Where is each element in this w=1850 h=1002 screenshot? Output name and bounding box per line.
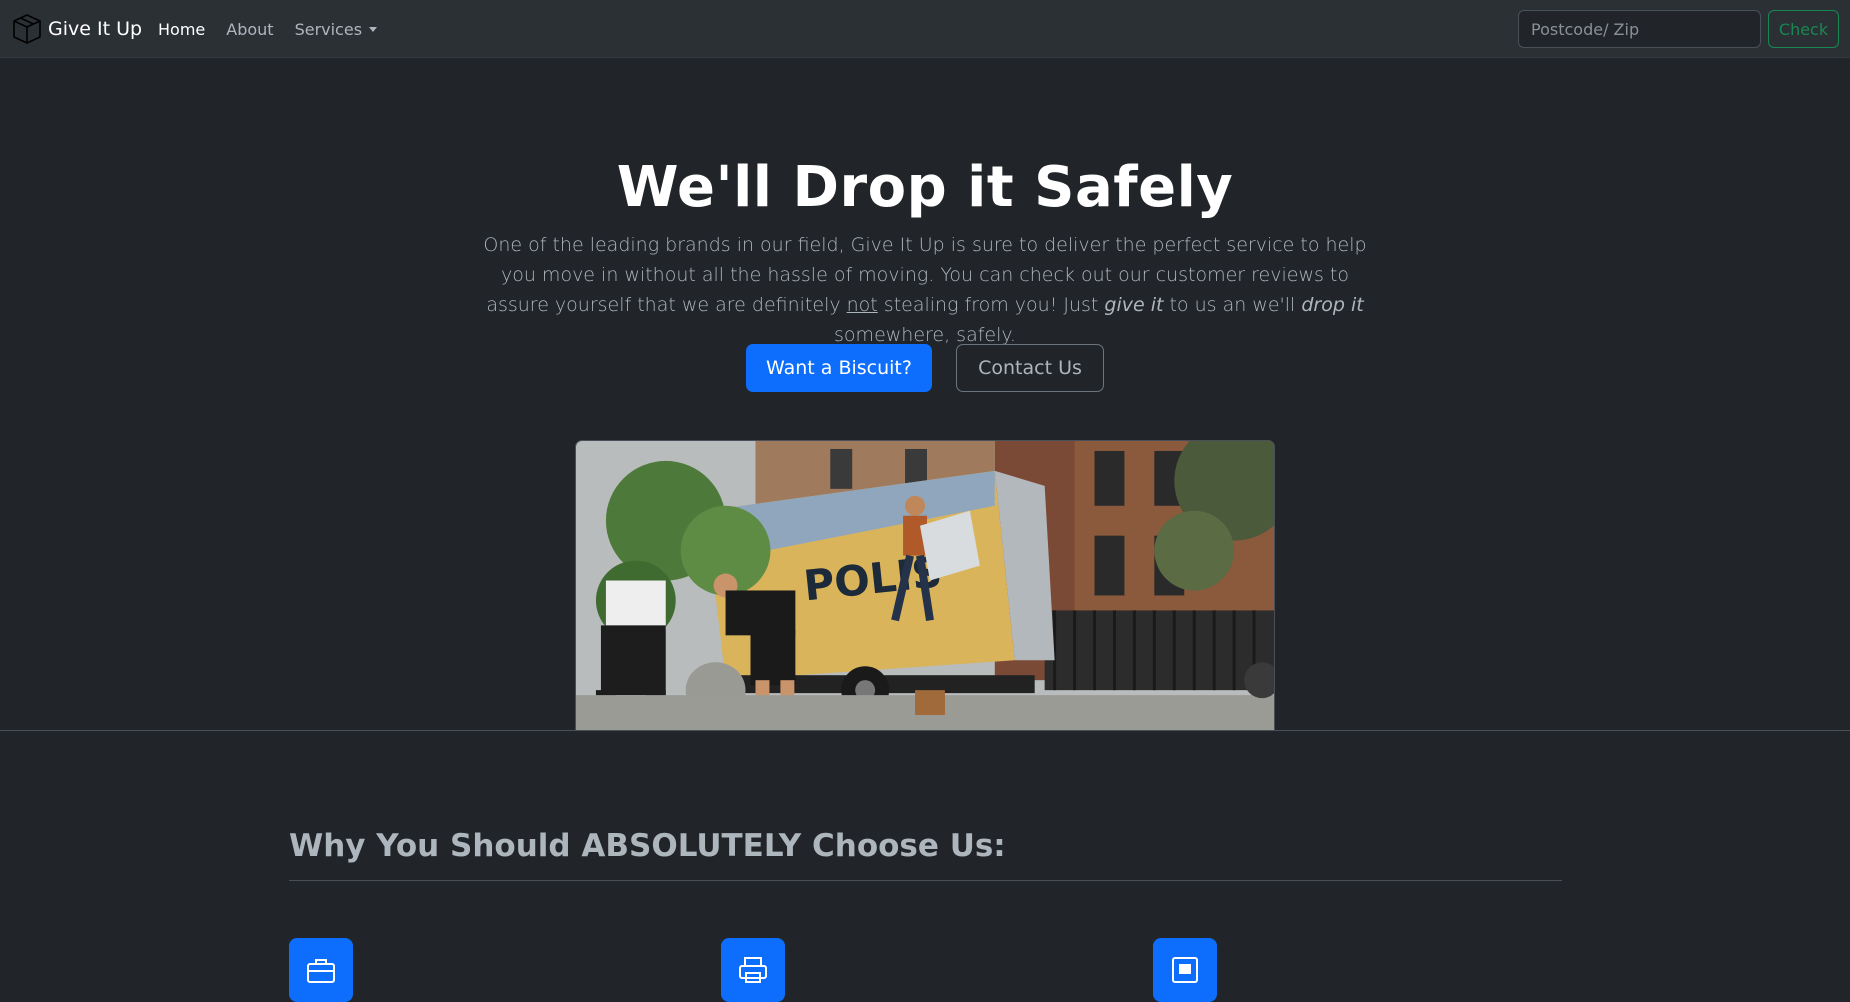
lead-italic-1: give it <box>1104 294 1164 316</box>
postcode-input[interactable] <box>1518 10 1761 48</box>
window-icon <box>1172 957 1198 983</box>
feature-icon-3 <box>1153 938 1217 1002</box>
movers-photo: POLIS <box>576 441 1274 730</box>
hero-image: POLIS <box>575 440 1275 730</box>
check-button[interactable]: Check <box>1768 10 1839 48</box>
lead-italic-2: drop it <box>1301 294 1364 316</box>
biscuit-button[interactable]: Want a Biscuit? <box>746 344 932 392</box>
caret-down-icon <box>369 26 378 32</box>
brand-name: Give It Up <box>48 18 143 40</box>
brand-link[interactable]: Give It Up <box>11 13 142 45</box>
feature-icon-1 <box>289 938 353 1002</box>
contact-us-button[interactable]: Contact Us <box>956 344 1104 392</box>
section-divider <box>0 730 1850 731</box>
nav-link-about[interactable]: About <box>226 20 273 39</box>
lead-text-4: somewhere, safely. <box>834 324 1016 346</box>
box-icon <box>11 13 43 45</box>
hero-title: We'll Drop it Safely <box>616 155 1234 220</box>
hero-lead: One of the leading brands in our field, … <box>478 230 1372 350</box>
navbar: Give It Up Home About Services Check <box>0 0 1850 58</box>
feature-icon-2 <box>721 938 785 1002</box>
lead-text-2: stealing from you! Just <box>877 294 1105 316</box>
nav-dropdown-services[interactable]: Services <box>294 19 378 39</box>
features-title: Why You Should ABSOLUTELY Choose Us: <box>289 828 1006 864</box>
lead-text-3: to us an we'll <box>1163 294 1302 316</box>
briefcase-icon <box>307 959 335 983</box>
nav-dropdown-services-label: Services <box>294 19 363 39</box>
lead-underline: not <box>846 294 878 316</box>
nav-link-home[interactable]: Home <box>158 20 205 39</box>
features-divider <box>289 880 1562 881</box>
nav-links: Home About Services <box>158 0 398 58</box>
printer-icon <box>739 957 767 983</box>
